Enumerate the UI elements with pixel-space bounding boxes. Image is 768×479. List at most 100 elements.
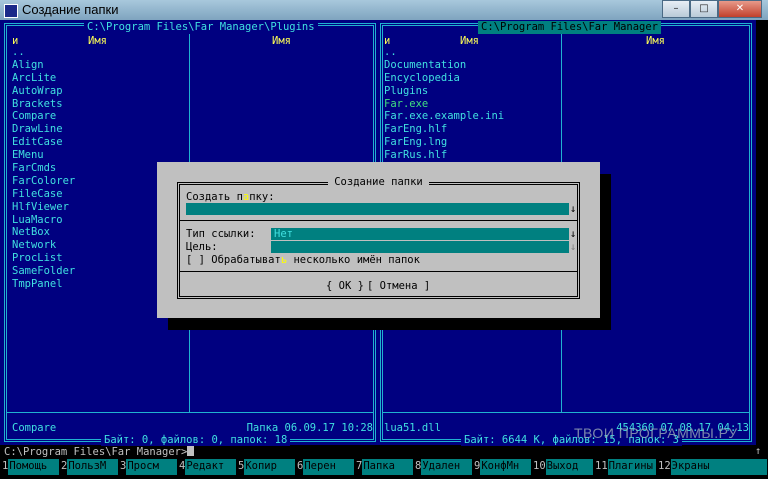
- ok-button[interactable]: { OK }: [326, 280, 364, 292]
- fkey-12[interactable]: 12 Экраны: [656, 459, 767, 475]
- file-item[interactable]: LuaMacro: [12, 214, 75, 227]
- link-type-select[interactable]: Нет: [271, 228, 569, 240]
- fkey-label: Просм: [126, 459, 177, 475]
- file-item[interactable]: FarEng.lng: [384, 136, 504, 149]
- file-item[interactable]: ProcList: [12, 252, 75, 265]
- fkey-7[interactable]: 7 Папка: [354, 459, 413, 475]
- fkey-1[interactable]: 1 Помощь: [0, 459, 59, 475]
- file-item[interactable]: NetBox: [12, 226, 75, 239]
- file-item[interactable]: FarRus.hlf: [384, 149, 504, 162]
- fkey-10[interactable]: 10 Выход: [531, 459, 593, 475]
- fkey-11[interactable]: 11 Плагины: [593, 459, 656, 475]
- fkey-label: Папка: [362, 459, 413, 475]
- left-selected-name: Compare: [12, 422, 57, 434]
- file-item[interactable]: FarCmds: [12, 162, 75, 175]
- dialog-title: Создание папки: [157, 176, 600, 188]
- create-folder-label: Создать папку:: [186, 191, 275, 203]
- fkey-2[interactable]: 2 ПользМ: [59, 459, 118, 475]
- left-col-name-2[interactable]: Имя: [272, 35, 291, 48]
- file-item[interactable]: Brackets: [12, 98, 75, 111]
- folder-name-input[interactable]: [186, 203, 569, 215]
- file-item[interactable]: EMenu: [12, 149, 75, 162]
- file-item[interactable]: Plugins: [384, 85, 504, 98]
- fkey-label: Редакт: [185, 459, 236, 475]
- fkey-5[interactable]: 5 Копир: [236, 459, 295, 475]
- fkey-number: 2: [61, 460, 68, 472]
- file-item[interactable]: ..: [12, 46, 75, 59]
- fkey-number: 8: [415, 460, 422, 472]
- file-item[interactable]: HlfViewer: [12, 201, 75, 214]
- fkey-number: 5: [238, 460, 245, 472]
- fkey-number: 12: [658, 460, 671, 472]
- file-item[interactable]: ..: [384, 46, 504, 59]
- fkey-label: Перен: [303, 459, 354, 475]
- fkey-label: Экраны: [670, 459, 767, 475]
- history-dropdown-icon[interactable]: ↓: [570, 203, 576, 215]
- fkey-number: 9: [474, 460, 481, 472]
- command-line[interactable]: C:\Program Files\Far Manager>: [4, 446, 195, 458]
- fkey-number: 4: [179, 460, 186, 472]
- function-key-bar: 1 Помощь 2 ПользМ 3 Просм 4 Редакт 5 Копир 6 Перен 7…: [0, 459, 768, 475]
- text-cursor: [187, 446, 195, 456]
- dialog-separator-1: [180, 220, 577, 221]
- file-item[interactable]: EditCase: [12, 136, 75, 149]
- right-col-name-2[interactable]: Имя: [646, 35, 665, 48]
- right-file-list: .. Documentation Encyclopedia Plugins Far.ex…: [384, 46, 504, 162]
- file-item[interactable]: ArcLite: [12, 72, 75, 85]
- right-panel-path[interactable]: C:\Program Files\Far Manager: [478, 21, 662, 34]
- window-title: Создание папки: [22, 2, 119, 17]
- window-titlebar: Создание папки – □ ✕: [0, 0, 768, 20]
- file-item[interactable]: Compare: [12, 110, 75, 123]
- link-type-label: Тип ссылки:: [186, 228, 256, 240]
- file-item[interactable]: Far.exe.example.ini: [384, 110, 504, 123]
- far-app-icon: [4, 4, 18, 18]
- fkey-number: 11: [595, 460, 608, 472]
- cancel-button[interactable]: [ Отмена ]: [367, 280, 430, 292]
- left-panel-footer: Байт: 0, файлов: 0, папок: 18: [101, 434, 291, 446]
- right-status-divider: [383, 412, 749, 413]
- fkey-9[interactable]: 9 КонфМн: [472, 459, 531, 475]
- fkey-number: 7: [356, 460, 363, 472]
- target-input[interactable]: [271, 241, 569, 253]
- file-item[interactable]: SameFolder: [12, 265, 75, 278]
- fkey-8[interactable]: 8 Удален: [413, 459, 472, 475]
- file-item[interactable]: Network: [12, 239, 75, 252]
- file-item[interactable]: FarColorer: [12, 175, 75, 188]
- file-item[interactable]: TmpPanel: [12, 278, 75, 291]
- file-item[interactable]: Documentation: [384, 59, 504, 72]
- link-type-dropdown-icon[interactable]: ↓: [570, 228, 576, 240]
- create-folder-dialog: Создание папки Создать папку: ↓ Тип ссыл…: [157, 162, 600, 318]
- minimize-button[interactable]: –: [662, 0, 690, 18]
- fkey-label: КонфМн: [480, 459, 531, 475]
- file-item[interactable]: Far.exe: [384, 98, 504, 111]
- left-panel-path[interactable]: C:\Program Files\Far Manager\Plugins: [84, 21, 318, 34]
- fkey-4[interactable]: 4 Редакт: [177, 459, 236, 475]
- fkey-label: Копир: [244, 459, 295, 475]
- fkey-label: Плагины: [607, 459, 656, 475]
- fkey-number: 1: [2, 460, 9, 472]
- fkey-number: 10: [533, 460, 546, 472]
- multiple-folders-checkbox[interactable]: [ ] Обрабатывать несколько имён папок: [186, 254, 420, 266]
- left-status-divider: [7, 412, 373, 413]
- fkey-number: 6: [297, 460, 304, 472]
- fkey-label: Помощь: [8, 459, 59, 475]
- right-selected-name: lua51.dll: [384, 422, 441, 434]
- maximize-button[interactable]: □: [690, 0, 718, 18]
- file-item[interactable]: Align: [12, 59, 75, 72]
- left-col-name-1[interactable]: Имя: [88, 35, 107, 48]
- close-button[interactable]: ✕: [718, 0, 762, 18]
- dialog-separator-2: [180, 271, 577, 272]
- target-dropdown-icon[interactable]: ↓: [570, 241, 576, 253]
- file-item[interactable]: FileCase: [12, 188, 75, 201]
- console-scrollbar[interactable]: [756, 20, 768, 445]
- watermark: ТВОИ ПРОГРАММЫ.РУ: [574, 425, 738, 441]
- fkey-label: ПользМ: [67, 459, 118, 475]
- fkey-3[interactable]: 3 Просм: [118, 459, 177, 475]
- file-item[interactable]: AutoWrap: [12, 85, 75, 98]
- file-item[interactable]: Encyclopedia: [384, 72, 504, 85]
- fkey-label: Выход: [545, 459, 593, 475]
- scroll-up-icon[interactable]: ↑: [755, 445, 761, 457]
- file-item[interactable]: DrawLine: [12, 123, 75, 136]
- fkey-6[interactable]: 6 Перен: [295, 459, 354, 475]
- file-item[interactable]: FarEng.hlf: [384, 123, 504, 136]
